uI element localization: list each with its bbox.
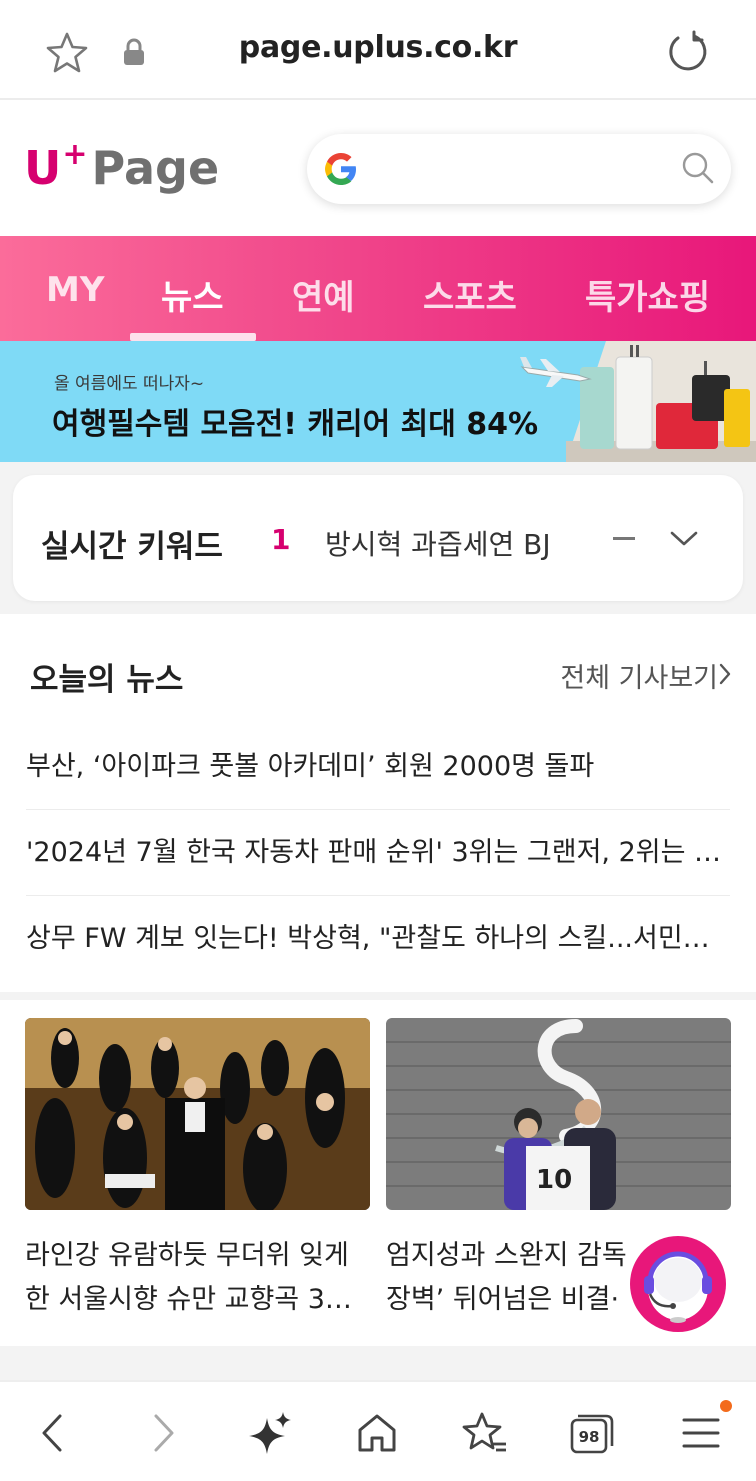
- caption-line: 한 서울시향 슈만 교향곡 3…: [25, 1284, 352, 1315]
- rank-unchanged-icon: [613, 537, 635, 540]
- chevron-down-icon[interactable]: [669, 527, 699, 549]
- search-icon[interactable]: [681, 151, 715, 185]
- svg-text:10: 10: [536, 1165, 572, 1195]
- tab-entertainment[interactable]: 연예: [292, 270, 355, 319]
- chevron-right-icon[interactable]: [718, 662, 732, 686]
- forward-icon[interactable]: [138, 1408, 188, 1458]
- logo-page: Page: [91, 141, 220, 195]
- browser-url-bar: page.uplus.co.kr: [0, 0, 756, 100]
- photo-news-card[interactable]: 라인강 유람하듯 무더위 잊게 한 서울시향 슈만 교향곡 3…: [25, 1018, 370, 1322]
- airplane-image: [520, 357, 592, 387]
- browser-bottom-toolbar: 98: [0, 1380, 756, 1481]
- uplus-page-logo[interactable]: U + Page: [24, 138, 219, 198]
- banner-title: 여행필수템 모음전! 캐리어 최대 84%: [52, 407, 539, 442]
- logo-u: U: [24, 141, 62, 195]
- travel-ad-banner[interactable]: 올 여름에도 떠나자~ 여행필수템 모음전! 캐리어 최대 84%: [0, 341, 756, 462]
- section-divider: [0, 1346, 756, 1380]
- football-signing-photo: 10: [386, 1018, 731, 1210]
- menu-icon[interactable]: [676, 1408, 726, 1458]
- tab-count: 98: [579, 1428, 600, 1446]
- view-all-news-link[interactable]: 전체 기사보기: [560, 656, 718, 695]
- home-icon[interactable]: [352, 1408, 402, 1458]
- google-search-box[interactable]: [307, 134, 731, 204]
- active-tab-indicator: [130, 333, 256, 341]
- realtime-keyword-section: 실시간 키워드 1 방시혁 과즙세연 BJ: [0, 462, 756, 614]
- orchestra-photo: [25, 1018, 370, 1213]
- keyword-rank: 1: [271, 523, 291, 556]
- today-news-section: 오늘의 뉴스 전체 기사보기 부산, ‘아이파크 풋볼 아카데미’ 회원 200…: [0, 614, 756, 992]
- tab-my[interactable]: MY: [46, 270, 104, 310]
- url-text[interactable]: page.uplus.co.kr: [0, 30, 756, 65]
- logo-plus: +: [62, 137, 88, 172]
- bookmarks-icon[interactable]: [460, 1408, 510, 1458]
- caption-line: 라인강 유람하듯 무더위 잊게: [25, 1240, 349, 1271]
- banner-subtitle: 올 여름에도 떠나자~: [54, 374, 205, 394]
- news-item[interactable]: 상무 FW 계보 잇는다! 박상혁, "관찰도 하나의 스킬...서민…: [26, 896, 730, 982]
- tab-news[interactable]: 뉴스: [161, 270, 224, 319]
- realtime-keyword-title: 실시간 키워드: [41, 529, 223, 565]
- news-item[interactable]: 부산, ‘아이파크 풋볼 아카데미’ 회원 2000명 돌파: [26, 724, 730, 810]
- realtime-keyword-card[interactable]: 실시간 키워드 1 방시혁 과즙세연 BJ: [13, 475, 743, 601]
- news-item[interactable]: '2024년 7월 한국 자동차 판매 순위' 3위는 그랜저, 2위는 …: [26, 810, 730, 896]
- tabs-icon[interactable]: 98: [566, 1408, 616, 1458]
- category-tabs: MY 뉴스 연예 스포츠 특가쇼핑: [0, 236, 756, 341]
- section-divider: [0, 992, 756, 1000]
- reload-icon[interactable]: [664, 28, 712, 76]
- sparkle-icon[interactable]: [245, 1408, 295, 1458]
- back-icon[interactable]: [28, 1408, 78, 1458]
- tab-special-shopping[interactable]: 특가쇼핑: [585, 270, 710, 319]
- today-news-heading: 오늘의 뉴스: [30, 662, 184, 698]
- keyword-text[interactable]: 방시혁 과즙세연 BJ: [325, 523, 551, 563]
- site-header: U + Page: [0, 102, 756, 236]
- chatbot-icon[interactable]: [628, 1234, 728, 1334]
- photo-news-caption: 라인강 유람하듯 무더위 잊게 한 서울시향 슈만 교향곡 3…: [25, 1234, 370, 1322]
- notification-dot: [720, 1400, 732, 1412]
- tab-sports[interactable]: 스포츠: [423, 270, 517, 319]
- google-icon: [325, 153, 356, 185]
